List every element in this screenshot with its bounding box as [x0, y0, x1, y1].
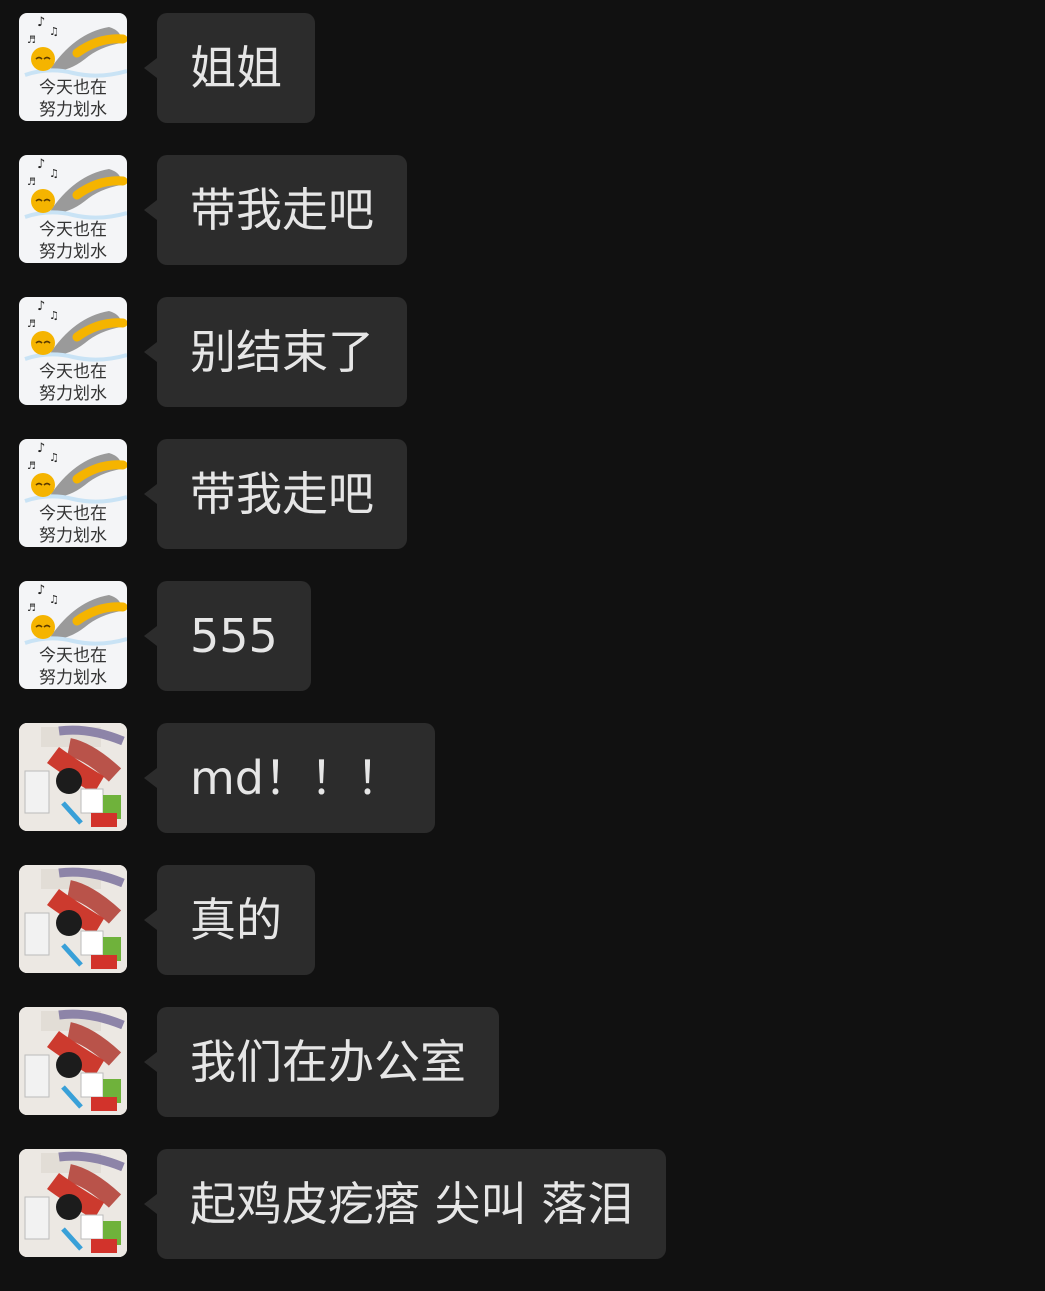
avatar-caption: 今天也在 努力划水	[39, 78, 107, 120]
avatar-caption: 今天也在 努力划水	[39, 646, 107, 688]
svg-text:♬: ♬	[27, 461, 36, 472]
avatar-caption: 今天也在 努力划水	[39, 362, 107, 404]
message-bubble[interactable]: 真的	[144, 865, 315, 975]
svg-text:♬: ♬	[27, 177, 36, 188]
message-row: ♪ ♫ ♬ 今天也在 努力划水 带我走吧	[0, 439, 1045, 549]
svg-text:♪: ♪	[37, 15, 45, 30]
svg-text:♬: ♬	[27, 319, 36, 330]
message-bubble[interactable]: 555	[144, 581, 311, 691]
message-bubble[interactable]: 带我走吧	[144, 439, 407, 549]
svg-text:♬: ♬	[27, 35, 36, 46]
message-row: ♪ ♫ ♬ 今天也在 努力划水 555	[0, 581, 1045, 691]
message-bubble[interactable]: 带我走吧	[144, 155, 407, 265]
svg-text:♪: ♪	[37, 583, 45, 598]
message-row: md！！！	[0, 723, 1045, 833]
message-row: 我们在办公室	[0, 1007, 1045, 1117]
svg-text:♬: ♬	[27, 603, 36, 614]
svg-text:♪: ♪	[37, 157, 45, 172]
svg-text:♫: ♫	[49, 25, 59, 38]
message-bubble[interactable]: 起鸡皮疙瘩 尖叫 落泪	[143, 1149, 667, 1259]
svg-text:♫: ♫	[49, 167, 59, 180]
photo-avatar-icon[interactable]	[19, 1007, 127, 1115]
message-bubble[interactable]: 别结束了	[144, 297, 407, 407]
svg-text:♫: ♫	[49, 451, 59, 464]
swimmer-avatar-icon[interactable]: ♪ ♫ ♬ 今天也在 努力划水	[19, 297, 127, 405]
message-bubble[interactable]: md！！！	[143, 723, 436, 833]
svg-text:♫: ♫	[49, 309, 59, 322]
svg-text:♪: ♪	[37, 299, 45, 314]
chat-message-list: ♪ ♫ ♬ 今天也在 努力划水 姐姐 ♪ ♫ ♬ 今天也在 努力划水 带我走吧 …	[0, 13, 1045, 1291]
photo-avatar-icon[interactable]	[19, 865, 127, 973]
svg-text:♪: ♪	[37, 441, 45, 456]
swimmer-avatar-icon[interactable]: ♪ ♫ ♬ 今天也在 努力划水	[19, 13, 127, 121]
swimmer-avatar-icon[interactable]: ♪ ♫ ♬ 今天也在 努力划水	[19, 155, 127, 263]
swimmer-avatar-icon[interactable]: ♪ ♫ ♬ 今天也在 努力划水	[19, 439, 127, 547]
photo-avatar-icon[interactable]	[19, 723, 127, 831]
message-bubble[interactable]: 我们在办公室	[144, 1007, 499, 1117]
message-row: ♪ ♫ ♬ 今天也在 努力划水 姐姐	[0, 13, 1045, 123]
message-row: 起鸡皮疙瘩 尖叫 落泪	[0, 1149, 1045, 1259]
avatar-caption: 今天也在 努力划水	[39, 504, 107, 546]
avatar-caption: 今天也在 努力划水	[39, 220, 107, 262]
photo-avatar-icon[interactable]	[19, 1149, 127, 1257]
message-row: 真的	[0, 865, 1045, 975]
message-bubble[interactable]: 姐姐	[144, 13, 315, 123]
message-row: ♪ ♫ ♬ 今天也在 努力划水 带我走吧	[0, 155, 1045, 265]
message-row: ♪ ♫ ♬ 今天也在 努力划水 别结束了	[0, 297, 1045, 407]
svg-text:♫: ♫	[49, 593, 59, 606]
swimmer-avatar-icon[interactable]: ♪ ♫ ♬ 今天也在 努力划水	[19, 581, 127, 689]
